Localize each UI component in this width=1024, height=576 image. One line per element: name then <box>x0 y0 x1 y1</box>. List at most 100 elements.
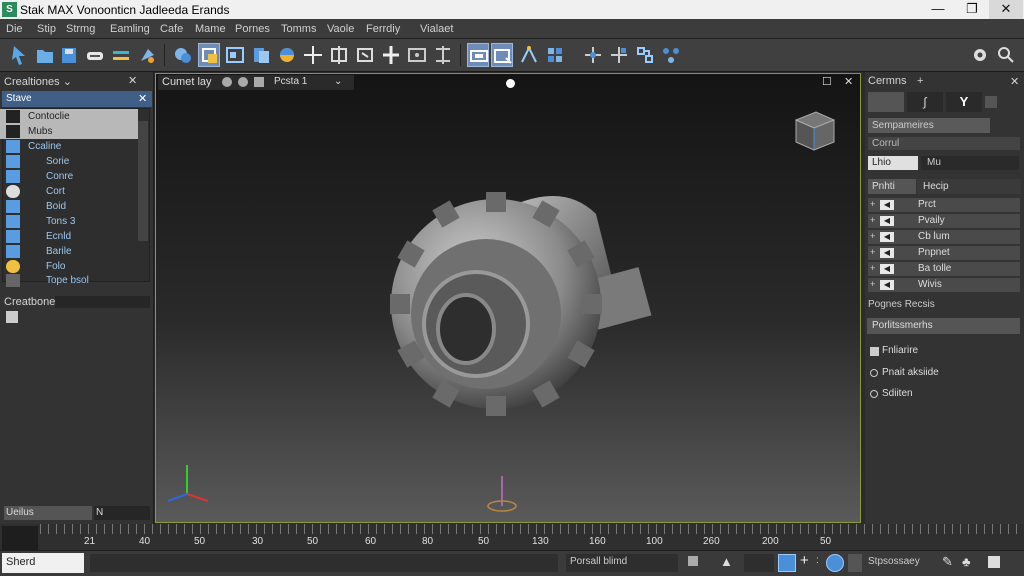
status-field[interactable]: Porsall blimd <box>566 554 678 572</box>
menu-item[interactable]: Strmg <box>66 23 95 35</box>
panel-close-icon[interactable]: ✕ <box>128 74 137 91</box>
viewport-3d[interactable]: Cumet lay Pcsta 1 ⌄ ☐ ✕ <box>155 73 861 523</box>
maximize-viewport-icon[interactable] <box>988 556 1000 568</box>
camera-icon[interactable] <box>222 77 232 87</box>
motion-tab-icon[interactable] <box>985 96 997 108</box>
menu-item[interactable]: Pornes <box>235 23 270 35</box>
link-icon[interactable] <box>84 43 106 67</box>
view-center-icon[interactable] <box>506 79 515 88</box>
list-item[interactable]: Contoclie <box>0 109 138 124</box>
list-item[interactable]: Boid <box>0 199 138 214</box>
tab-a[interactable]: Lhio <box>868 156 918 170</box>
modify-tab-icon[interactable]: ∫ <box>907 92 943 112</box>
list-item[interactable]: Ccaline <box>0 139 138 154</box>
add-key-icon[interactable]: + <box>800 552 809 569</box>
search-icon[interactable] <box>995 43 1017 67</box>
shading-icon[interactable] <box>238 77 248 87</box>
scene-tab[interactable]: Stave ✕ <box>2 91 152 107</box>
menu-item[interactable]: Cafe <box>160 23 183 35</box>
panel-close-icon[interactable]: ✕ <box>1010 75 1019 88</box>
scale-icon[interactable] <box>354 43 376 67</box>
select-arrow-icon[interactable] <box>8 43 30 67</box>
search-input[interactable]: Sempameires <box>868 118 990 133</box>
menu-item[interactable]: Tomms <box>281 23 316 35</box>
menu-item[interactable]: Ferrdiy <box>366 23 400 35</box>
radio-icon[interactable] <box>870 369 878 377</box>
section-field[interactable] <box>55 296 150 308</box>
list-item[interactable]: Cort <box>0 184 138 199</box>
schematic-icon[interactable] <box>518 43 540 67</box>
render-setup-icon[interactable] <box>467 43 489 67</box>
frame-field[interactable] <box>744 554 774 572</box>
hierarchy-tab-icon[interactable]: Y <box>946 92 982 112</box>
sub-tab-b[interactable]: Hecip <box>917 179 1021 194</box>
list-item[interactable]: Conre <box>0 169 138 184</box>
move-icon[interactable] <box>302 43 324 67</box>
menu-item[interactable]: Eamling <box>110 23 150 35</box>
viewport-label[interactable]: Cumet lay <box>162 76 212 88</box>
material-icon[interactable] <box>276 43 298 67</box>
paint-icon[interactable] <box>136 43 158 67</box>
maxscript-input[interactable]: Sherd <box>2 553 84 573</box>
add-tab-icon[interactable]: + <box>917 75 923 87</box>
orbit-icon[interactable]: ♣ <box>962 554 971 569</box>
mirror-icon[interactable] <box>432 43 454 67</box>
window-select-icon[interactable] <box>224 43 246 67</box>
viewport-close-icon[interactable]: ✕ <box>844 75 853 88</box>
open-file-icon[interactable] <box>34 43 56 67</box>
viewport-maximize-icon[interactable]: ☐ <box>822 75 832 88</box>
play-icon[interactable]: ▲ <box>720 554 733 569</box>
snap-icon[interactable] <box>406 43 428 67</box>
nav-icon[interactable] <box>848 554 862 572</box>
property-row[interactable]: + ◀ Ba tolle <box>868 262 1020 276</box>
menu-item[interactable]: Mame <box>195 23 226 35</box>
property-row[interactable]: + ◀ Prct <box>868 198 1020 212</box>
select-object-icon[interactable] <box>172 43 194 67</box>
radio-icon[interactable] <box>870 390 878 398</box>
key-mode-icon[interactable] <box>778 554 796 572</box>
timeline-track[interactable]: 21 40 50 30 50 60 80 50 130 160 100 260 … <box>0 524 1024 550</box>
list-item[interactable]: Sorie <box>0 154 138 169</box>
image-icon[interactable] <box>6 311 18 323</box>
list-item[interactable]: Tope bsol <box>0 273 138 288</box>
list-item[interactable]: Tons 3 <box>0 214 138 229</box>
network-icon[interactable] <box>660 43 682 67</box>
minimize-button[interactable]: — <box>921 0 955 19</box>
property-row[interactable]: + ◀ Pvaily <box>868 214 1020 228</box>
save-file-icon[interactable] <box>58 43 80 67</box>
group-bar[interactable]: Porlitssmerhs <box>867 318 1020 334</box>
property-row[interactable]: + ◀ Wivis <box>868 278 1020 292</box>
menu-item[interactable]: Stip <box>37 23 56 35</box>
menu-item[interactable]: Die <box>6 23 23 35</box>
viewport-preset[interactable]: Pcsta 1 <box>274 76 307 87</box>
place-icon[interactable] <box>380 43 402 67</box>
chevron-down-icon[interactable]: ⌄ <box>334 76 342 87</box>
layout-icon[interactable] <box>254 77 264 87</box>
list-item[interactable]: Folo <box>0 259 138 274</box>
bind-icon[interactable] <box>110 43 132 67</box>
time-slider-handle[interactable] <box>2 526 38 550</box>
list-item[interactable]: Barile <box>0 244 138 259</box>
time-config-icon[interactable] <box>826 554 844 572</box>
mini-field[interactable]: Ueilus <box>4 506 92 520</box>
viewcube-icon[interactable] <box>786 102 842 158</box>
render-frame-icon[interactable] <box>491 43 513 67</box>
property-row[interactable]: + ◀ Pnpnet <box>868 246 1020 260</box>
menu-item[interactable]: Vaole <box>327 23 354 35</box>
gear-model[interactable] <box>366 174 666 434</box>
pan-icon[interactable]: ✎ <box>942 554 953 570</box>
grid-tool-icon[interactable] <box>544 43 566 67</box>
sub-tab-a[interactable]: Pnhti <box>868 179 916 194</box>
property-row[interactable]: + ◀ Cb lum <box>868 230 1020 244</box>
menu-item[interactable]: Vialaet <box>420 23 453 35</box>
list-item[interactable]: Mubs <box>0 124 138 139</box>
list-item[interactable]: Ecnld <box>0 229 138 244</box>
scene-tab-close-icon[interactable]: ✕ <box>138 92 147 105</box>
create-tab-icon[interactable] <box>868 92 904 112</box>
layers-icon[interactable] <box>250 43 272 67</box>
tab-b[interactable]: Mu <box>921 156 1019 170</box>
scene-scrollbar[interactable] <box>138 121 148 241</box>
checkbox-icon[interactable] <box>870 347 879 356</box>
pivot-icon[interactable] <box>582 43 604 67</box>
section-header[interactable]: Corrul <box>868 137 1020 150</box>
